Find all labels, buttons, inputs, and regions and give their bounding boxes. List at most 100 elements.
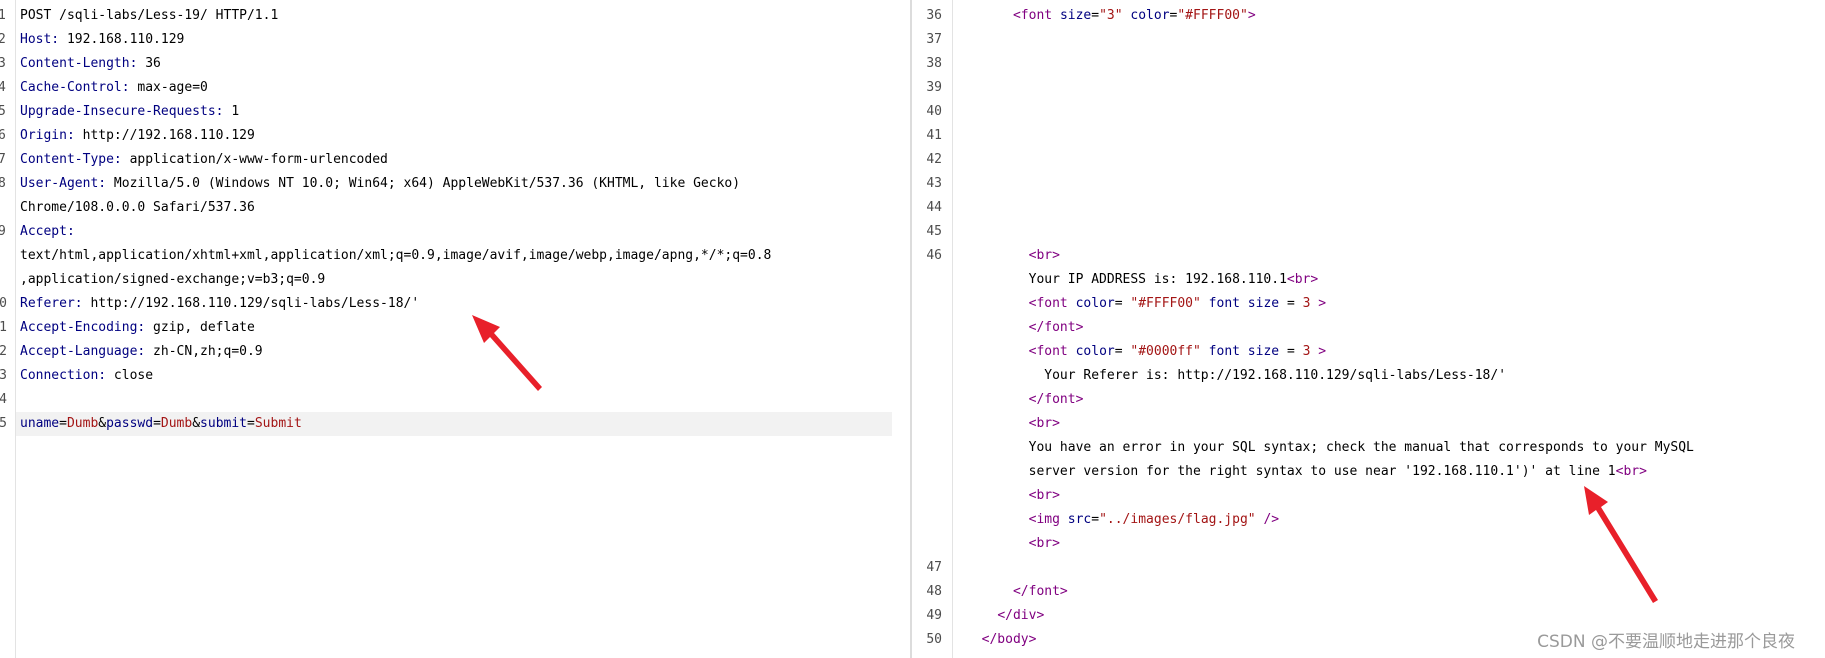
code-token: zh-CN,zh;q=0.9	[145, 344, 263, 359]
line-number: 9	[0, 224, 6, 239]
line-text: <br>	[966, 412, 1060, 436]
line-number: 14	[0, 392, 7, 407]
line-text: You have an error in your SQL syntax; ch…	[966, 436, 1694, 460]
line-number: 41	[926, 128, 942, 143]
code-line: <br>	[912, 412, 1825, 436]
line-text: Accept-Language: zh-CN,zh;q=0.9	[20, 340, 263, 364]
line-text: Content-Length: 36	[20, 52, 161, 76]
code-token: =	[1091, 512, 1100, 527]
code-token: application/x-www-form-urlencoded	[121, 152, 388, 167]
code-token: </font>	[1028, 320, 1084, 335]
line-text: <br>	[966, 244, 1060, 268]
red-arrow-icon	[472, 315, 542, 391]
line-number: 7	[0, 152, 6, 167]
code-line: Your Referer is: http://192.168.110.129/…	[912, 364, 1825, 388]
line-text: Your IP ADDRESS is: 192.168.110.1<br>	[966, 268, 1319, 292]
code-token: Your Referer is: http://192.168.110.129/…	[966, 368, 1507, 383]
code-line: 4 Cache-Control: max-age=0	[0, 76, 910, 100]
code-token: Connection:	[20, 368, 107, 383]
request-editor[interactable]: 1 POST /sqli-labs/Less-19/ HTTP/1.1 2 Host:…	[0, 0, 910, 658]
line-text: server version for the right syntax to u…	[966, 460, 1647, 484]
code-line: You have an error in your SQL syntax; ch…	[912, 436, 1825, 460]
code-token: <br>	[1028, 488, 1060, 503]
line-number: 43	[926, 176, 942, 191]
line-number: 50	[926, 632, 942, 647]
code-line: 45	[912, 220, 1825, 244]
line-text: Cache-Control: max-age=0	[20, 76, 208, 100]
code-token: =	[1286, 296, 1303, 311]
code-token: User-Agent:	[20, 176, 107, 191]
code-line: 47	[912, 556, 1825, 580]
code-token: =	[247, 416, 255, 431]
code-line: 15uname=Dumb&passwd=Dumb&submit=Submit	[0, 412, 910, 436]
line-number: 11	[0, 320, 7, 335]
code-token: Accept-Encoding:	[20, 320, 146, 335]
code-line: 14	[0, 388, 910, 412]
code-token: <br>	[1028, 248, 1060, 263]
line-number: 40	[926, 104, 942, 119]
code-token: passwd	[106, 416, 154, 431]
code-token: Submit	[254, 416, 302, 431]
code-token: Accept-Language:	[20, 344, 146, 359]
line-number: 45	[926, 224, 942, 239]
code-token: font size	[1208, 296, 1287, 311]
line-text: text/html,application/xhtml+xml,applicat…	[20, 244, 771, 268]
code-token: 3	[1302, 296, 1319, 311]
code-token: Content-Type:	[20, 152, 122, 167]
code-token: "#FFFF00"	[1177, 8, 1248, 23]
code-token: http://192.168.110.129	[74, 128, 255, 143]
code-token: close	[106, 368, 154, 383]
code-token: Dumb	[160, 416, 193, 431]
code-token: </font>	[1028, 392, 1084, 407]
code-token: <font	[1028, 344, 1076, 359]
code-line: 2 Host: 192.168.110.129	[0, 28, 910, 52]
response-editor[interactable]: 36 <font size="3" color="#FFFF00"> 37 38 39…	[912, 0, 1825, 658]
code-line: 37	[912, 28, 1825, 52]
code-line: 9 Accept:	[0, 220, 910, 244]
line-number: 13	[0, 368, 7, 383]
line-text: Connection: close	[20, 364, 153, 388]
line-number: 10	[0, 296, 7, 311]
code-line: 12 Accept-Language: zh-CN,zh;q=0.9	[0, 340, 910, 364]
response-lines: 36 <font size="3" color="#FFFF00"> 37 38 39…	[912, 4, 1825, 652]
code-token: Dumb	[66, 416, 99, 431]
code-line: 6 Origin: http://192.168.110.129	[0, 124, 910, 148]
line-text: Your Referer is: http://192.168.110.129/…	[966, 364, 1506, 388]
code-token: </body>	[981, 632, 1037, 647]
line-number: 5	[0, 104, 6, 119]
code-token: "../images/flag.jpg"	[1099, 512, 1264, 527]
code-token: ,application/signed-exchange;v=b3;q=0.9	[20, 272, 326, 287]
line-text: Accept:	[20, 220, 75, 244]
line-text: </font>	[966, 316, 1084, 340]
code-token: color	[1075, 296, 1115, 311]
code-token: Cache-Control:	[20, 80, 130, 95]
code-token: Content-Length:	[20, 56, 138, 71]
code-line: ,application/signed-exchange;v=b3;q=0.9	[0, 268, 910, 292]
code-token: Your IP ADDRESS is: 192.168.110.1	[966, 272, 1287, 287]
code-token: </font>	[1012, 584, 1068, 599]
code-line: 10 Referer: http://192.168.110.129/sqli-l…	[0, 292, 910, 316]
line-number: 12	[0, 344, 7, 359]
code-line: 36 <font size="3" color="#FFFF00">	[912, 4, 1825, 28]
line-number: 39	[926, 80, 942, 95]
line-text: POST /sqli-labs/Less-19/ HTTP/1.1	[20, 4, 278, 28]
code-token: =	[153, 416, 161, 431]
code-token: color	[1130, 8, 1170, 23]
request-lines: 1 POST /sqli-labs/Less-19/ HTTP/1.1 2 Host:…	[0, 4, 910, 436]
red-arrow-icon	[1584, 486, 1658, 603]
code-line: 13 Connection: close	[0, 364, 910, 388]
line-text: <img src="../images/flag.jpg" />	[966, 508, 1279, 532]
code-token: You have an error in your SQL syntax; ch…	[966, 440, 1694, 455]
code-token: 3	[1302, 344, 1319, 359]
code-token: </div>	[997, 608, 1045, 623]
line-number: 38	[926, 56, 942, 71]
code-line: 43	[912, 172, 1825, 196]
code-line: 7 Content-Type: application/x-www-form-ur…	[0, 148, 910, 172]
code-line: 3 Content-Length: 36	[0, 52, 910, 76]
